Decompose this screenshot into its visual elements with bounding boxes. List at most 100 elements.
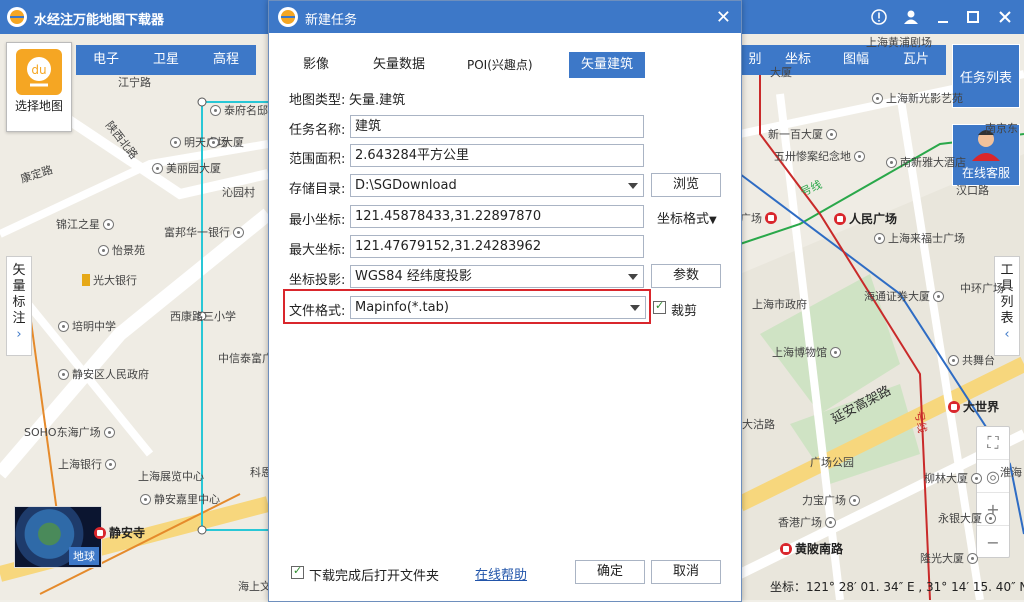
map-label: 明天广场 xyxy=(170,134,228,150)
minimize-icon[interactable] xyxy=(932,6,954,28)
map-label: 海通证券大厦 xyxy=(864,288,944,304)
map-label: 静安嘉里中心 xyxy=(140,491,220,507)
map-label: 江宁路 xyxy=(118,76,151,89)
zoom-out-icon[interactable]: − xyxy=(977,526,1009,558)
file-format-select[interactable]: Mapinfo(*.tab) xyxy=(350,296,646,319)
min-coord-label: 最小坐标: xyxy=(289,213,346,228)
max-coord-input[interactable]: 121.47679152,31.24283962 xyxy=(350,235,644,258)
user-icon[interactable] xyxy=(900,6,922,28)
file-format-value: Mapinfo(*.tab) xyxy=(355,300,449,315)
chevron-left-icon: ‹ xyxy=(1004,327,1010,342)
map-type-vector-button[interactable]: 电子 xyxy=(76,45,136,75)
globe-view-button[interactable]: 地球 xyxy=(14,506,102,568)
area-label: 范围面积: xyxy=(289,152,346,167)
tool-list-tab[interactable]: 工 具 列 表 ‹ xyxy=(994,256,1020,356)
maximize-icon[interactable] xyxy=(962,6,984,28)
caret-down-icon: ▼ xyxy=(709,215,717,226)
coordinate-status: 坐标：121° 28′ 01. 34″ E , 31° 14′ 15. 40″ … xyxy=(770,580,1024,594)
map-label: 香港广场 xyxy=(778,514,836,530)
map-type-toolbar: 电子 卫星 高程 xyxy=(76,45,256,75)
dialog-title: 新建任务 xyxy=(305,13,358,28)
map-type-elevation-button[interactable]: 高程 xyxy=(196,45,256,75)
baidu-map-icon: du xyxy=(16,49,62,95)
metro-station-label: 大世界 xyxy=(948,398,999,415)
map-label: 广场公园 xyxy=(810,456,854,469)
map-label: 培明中学 xyxy=(58,318,116,334)
map-label: 新一百大厦 xyxy=(768,126,837,142)
map-label: 中环广场 xyxy=(960,282,1004,295)
map-label: 隆光大厦 xyxy=(920,550,978,566)
cancel-button[interactable]: 取消 xyxy=(651,560,721,584)
tab-char: 标 xyxy=(12,295,26,310)
area-input[interactable]: 2.643284平方公里 xyxy=(350,144,644,167)
fullscreen-icon[interactable]: ⛶ xyxy=(977,427,1009,460)
online-help-link[interactable]: 在线帮助 xyxy=(475,564,527,583)
map-label: 上海博物馆 xyxy=(772,344,841,360)
projection-label: 坐标投影: xyxy=(289,273,346,288)
info-icon[interactable] xyxy=(868,6,890,28)
ok-button[interactable]: 确定 xyxy=(575,560,645,584)
tab-imagery[interactable]: 影像 xyxy=(291,52,361,78)
vector-annotation-tab[interactable]: 矢 量 标 注 › xyxy=(6,256,32,356)
map-label: 柳林大厦 xyxy=(924,470,982,486)
map-label: 上海银行 xyxy=(58,456,116,472)
params-button[interactable]: 参数 xyxy=(651,264,721,288)
metro-station-label: 静安寺 xyxy=(94,524,145,541)
app-title: 水经注万能地图下载器 xyxy=(34,13,165,28)
dialog-logo-icon xyxy=(278,7,298,27)
tab-char: 表 xyxy=(1000,311,1014,326)
browse-button[interactable]: 浏览 xyxy=(651,173,721,197)
map-label: 上海市政府 xyxy=(752,298,807,311)
map-label: 光大银行 xyxy=(82,272,137,288)
map-label: 广场 xyxy=(740,210,777,226)
map-label: 泰府名邸 xyxy=(210,102,268,118)
file-format-label: 文件格式: xyxy=(289,304,346,319)
new-task-dialog: 新建任务 ✕ 影像 矢量数据 POI(兴趣点) 矢量建筑 地图类型: 矢量.建筑… xyxy=(268,0,742,602)
open-folder-checkbox[interactable] xyxy=(291,564,304,579)
clip-label: 裁剪 xyxy=(671,304,698,319)
tab-char: 矢 xyxy=(12,263,26,278)
map-label: SOHO东海广场 xyxy=(24,424,115,440)
tab-char: 量 xyxy=(12,279,26,294)
map-label: 锦江之星 xyxy=(56,216,114,232)
tab-poi[interactable]: POI(兴趣点) xyxy=(455,52,569,78)
dialog-tabs: 影像 矢量数据 POI(兴趣点) 矢量建筑 xyxy=(291,52,645,78)
chevron-down-icon xyxy=(628,183,638,189)
map-label: 南京东 xyxy=(985,122,1018,135)
clip-checkbox[interactable] xyxy=(653,299,666,314)
toolbar-item-cut[interactable]: 别 xyxy=(740,45,770,75)
map-label: 力宝广场 xyxy=(802,492,860,508)
task-name-input[interactable]: 建筑 xyxy=(350,115,644,138)
save-dir-value: D:\SGDownload xyxy=(355,178,457,193)
map-label: 美丽园大厦 xyxy=(152,160,221,176)
map-label: 汉口路 xyxy=(956,184,989,197)
chevron-down-icon xyxy=(628,274,638,280)
dialog-titlebar: 新建任务 ✕ xyxy=(269,1,741,33)
tab-vector-data[interactable]: 矢量数据 xyxy=(361,52,455,78)
map-label: 永银大厦 xyxy=(938,510,996,526)
save-dir-select[interactable]: D:\SGDownload xyxy=(350,174,644,197)
map-type-value: 矢量.建筑 xyxy=(349,93,406,108)
map-label: 上海展览中心 xyxy=(138,470,204,483)
select-map-button[interactable]: du 选择地图 xyxy=(6,42,72,132)
dialog-close-icon[interactable]: ✕ xyxy=(716,7,731,28)
task-name-label: 任务名称: xyxy=(289,123,346,138)
map-label: 共舞台 xyxy=(948,352,995,368)
coord-format-label: 坐标格式 xyxy=(657,212,710,227)
map-label: 中信泰富广 xyxy=(218,352,273,365)
map-label: 淮海 xyxy=(1000,466,1022,479)
tab-char: 注 xyxy=(12,311,26,326)
open-folder-label: 下载完成后打开文件夹 xyxy=(309,569,440,584)
tab-char: 列 xyxy=(1000,295,1014,310)
globe-label: 地球 xyxy=(69,547,99,565)
coord-format-dropdown[interactable]: 坐标格式▼ xyxy=(657,208,717,227)
map-type-satellite-button[interactable]: 卫星 xyxy=(136,45,196,75)
map-label: 静安区人民政府 xyxy=(58,366,149,382)
min-coord-input[interactable]: 121.45878433,31.22897870 xyxy=(350,205,644,228)
street-label: 大沽路 xyxy=(742,418,775,431)
projection-select[interactable]: WGS84 经纬度投影 xyxy=(350,265,644,288)
map-label: 富邦华一银行 xyxy=(164,224,244,240)
close-icon[interactable] xyxy=(994,6,1016,28)
metro-station-label: 黄陂南路 xyxy=(780,540,843,557)
tab-vector-building[interactable]: 矢量建筑 xyxy=(569,52,645,78)
